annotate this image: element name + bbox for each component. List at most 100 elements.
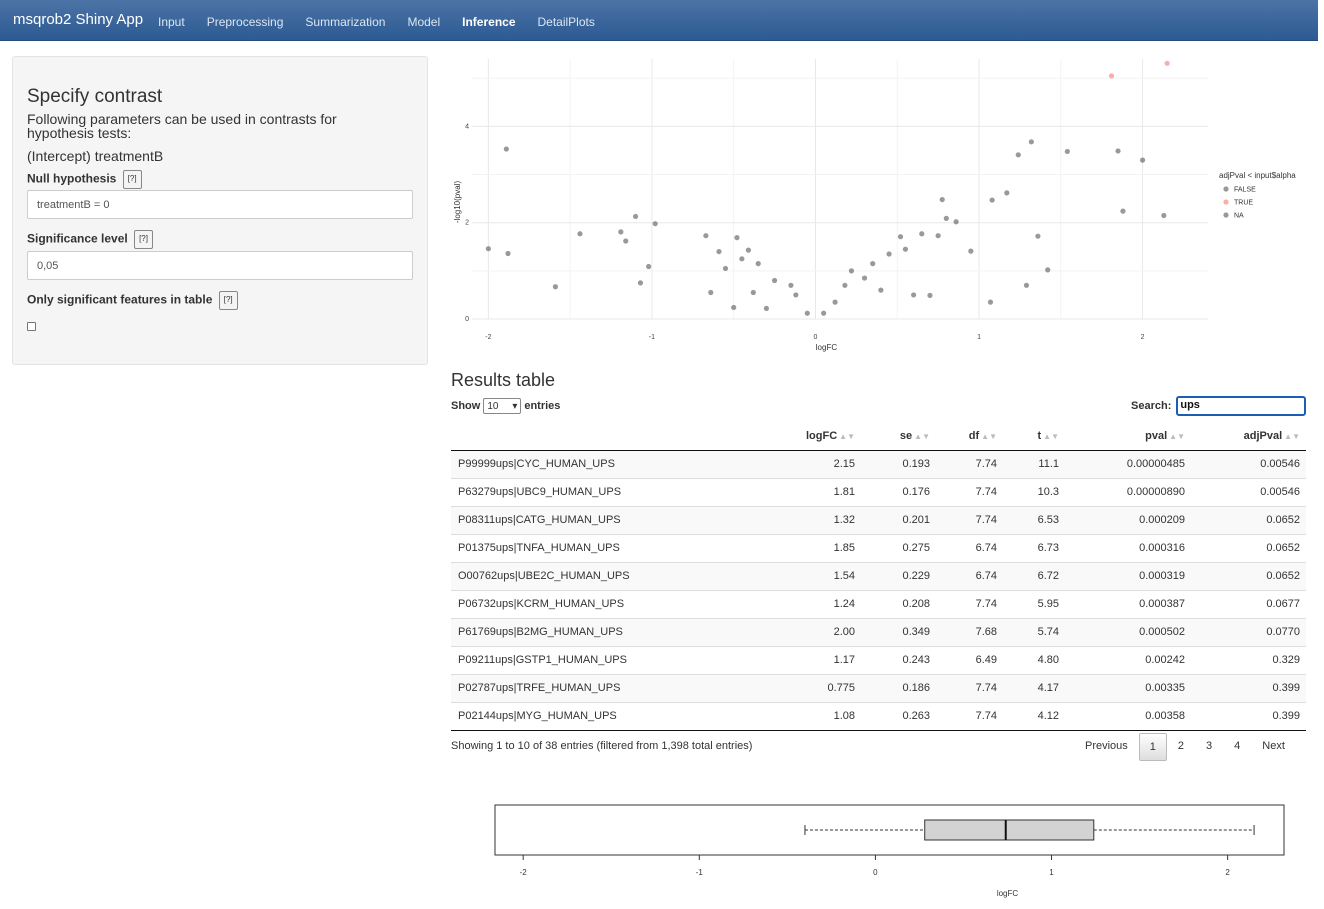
cell-pval: 0.00358 (1065, 701, 1191, 731)
cell-adjpval: 0.0677 (1191, 589, 1306, 618)
page-4-button[interactable]: 4 (1223, 733, 1251, 761)
data-point (1108, 73, 1115, 79)
data-point (919, 231, 925, 237)
table-row[interactable]: P08311ups|CATG_HUMAN_UPS 1.32 0.201 7.74 6.5… (451, 505, 1306, 534)
cell-t: 4.80 (1003, 645, 1065, 674)
data-point (848, 268, 855, 274)
table-row[interactable]: P06732ups|KCRM_HUMAN_UPS 1.24 0.208 7.74 5.9… (451, 589, 1306, 618)
tab-preprocessing[interactable]: Preprocessing (196, 0, 295, 41)
page-length-select[interactable]: 10 ▾ (483, 398, 522, 414)
table-row[interactable]: P02144ups|MYG_HUMAN_UPS 1.08 0.263 7.74 4.12… (451, 701, 1306, 731)
column-header-se[interactable]: se ▲▼ (861, 422, 936, 451)
column-header-adjpval[interactable]: adjPval ▲▼ (1191, 422, 1306, 451)
search-input[interactable]: ups (1176, 396, 1307, 416)
x-tick-label: -1 (696, 868, 704, 877)
app-brand[interactable]: msqrob2 Shiny App (13, 11, 143, 28)
table-row[interactable]: P09211ups|GSTP1_HUMAN_UPS 1.17 0.243 6.49 4.… (451, 645, 1306, 674)
logfc-boxplot: -2 -1 0 1 2 logFC (494, 804, 1285, 898)
null-hypothesis-label: Null hypothesis [?] (27, 170, 142, 189)
table-row[interactable]: P01375ups|TNFA_HUMAN_UPS 1.85 0.275 6.74 6.7… (451, 533, 1306, 562)
cell-t: 4.12 (1003, 701, 1065, 731)
column-header-t[interactable]: t ▲▼ (1003, 422, 1065, 451)
table-row[interactable]: P61769ups|B2MG_HUMAN_UPS 2.00 0.349 7.68 5.7… (451, 617, 1306, 646)
cell-logfc: 2.00 (781, 617, 861, 646)
data-point (1115, 148, 1121, 154)
table-info: Showing 1 to 10 of 38 entries (filtered … (451, 740, 753, 752)
volcano-plot[interactable]: -2 -1 0 1 2 0 2 4 logFC -log10(pval) adjPval < inp… (448, 55, 1308, 355)
cell-t: 5.74 (1003, 617, 1065, 646)
page-1-button[interactable]: 1 (1138, 733, 1167, 761)
contrast-panel: Specify contrast Following parameters ca… (12, 56, 428, 365)
column-header-logfc[interactable]: logFC ▲▼ (781, 422, 861, 451)
x-tick-label: -2 (520, 868, 528, 877)
cell-logfc: 1.24 (781, 589, 861, 618)
tab-inference[interactable]: Inference (451, 0, 526, 41)
significance-help-button[interactable]: [?] (134, 230, 153, 249)
x-tick-label: 1 (1049, 868, 1054, 877)
table-row[interactable]: P63279ups|UBC9_HUMAN_UPS 1.81 0.176 7.74 10.… (451, 477, 1306, 506)
data-point (750, 289, 756, 296)
tab-model[interactable]: Model (396, 0, 451, 41)
table-row[interactable]: P99999ups|CYC_HUMAN_UPS 2.15 0.193 7.74 11.1… (451, 449, 1306, 478)
cell-protein: P63279ups|UBC9_HUMAN_UPS (451, 477, 781, 506)
only-significant-label: Only significant features in table [?] (27, 291, 238, 310)
data-point (832, 299, 838, 305)
show-label: Show (451, 400, 481, 412)
data-point (503, 146, 509, 152)
data-point (842, 282, 848, 288)
x-tick-label: 0 (873, 868, 878, 877)
null-hypothesis-help-button[interactable]: [?] (122, 170, 142, 189)
data-point (878, 287, 884, 293)
table-row[interactable]: P02787ups|TRFE_HUMAN_UPS 0.775 0.186 7.74 4.… (451, 673, 1306, 702)
data-point (939, 196, 945, 203)
x-tick-label: -2 (485, 334, 491, 341)
data-point (739, 256, 745, 262)
data-point (485, 246, 491, 252)
data-point (943, 215, 949, 221)
data-point (989, 197, 995, 203)
cell-pval: 0.000387 (1065, 589, 1191, 618)
cell-protein: P06732ups|KCRM_HUMAN_UPS (451, 589, 781, 618)
page-3-button[interactable]: 3 (1195, 733, 1223, 761)
data-point (897, 234, 904, 240)
only-significant-help-button[interactable]: [?] (218, 291, 238, 310)
data-point (703, 233, 709, 239)
data-point (804, 310, 810, 316)
cell-t: 5.95 (1003, 589, 1065, 618)
cell-se: 0.243 (861, 645, 936, 674)
column-header-df[interactable]: df ▲▼ (936, 422, 1003, 451)
tab-summarization[interactable]: Summarization (294, 0, 396, 41)
cell-logfc: 1.17 (781, 645, 861, 674)
iqr-box (924, 819, 1095, 841)
sort-icon: ▲▼ (1043, 431, 1059, 441)
significance-level-input[interactable]: 0,05 (27, 251, 413, 280)
column-header-pval[interactable]: pval ▲▼ (1065, 422, 1191, 451)
cell-se: 0.263 (861, 701, 936, 731)
panel-title: Specify contrast (27, 86, 163, 107)
page-2-button[interactable]: 2 (1167, 733, 1195, 761)
sort-icon: ▲▼ (1169, 431, 1185, 441)
data-point (788, 282, 794, 288)
cell-df: 7.74 (936, 701, 1003, 731)
cell-logfc: 1.08 (781, 701, 861, 731)
data-point (646, 263, 652, 270)
next-button[interactable]: Next (1251, 733, 1296, 761)
data-point (745, 247, 752, 253)
legend-title: adjPval < input$alpha (1219, 171, 1296, 180)
null-hypothesis-input[interactable]: treatmentB = 0 (27, 190, 413, 219)
column-header-name[interactable] (451, 422, 781, 451)
data-point (1035, 233, 1041, 239)
x-tick-label: -1 (649, 334, 655, 341)
cell-se: 0.349 (861, 617, 936, 646)
previous-button[interactable]: Previous (1074, 733, 1139, 761)
results-table: logFC ▲▼ se ▲▼ df ▲▼ t ▲▼ pval ▲▼ adjPval ▲▼ P… (451, 422, 1306, 731)
cell-adjpval: 0.00546 (1191, 449, 1306, 478)
tab-input[interactable]: Input (147, 0, 196, 41)
table-row[interactable]: O00762ups|UBE2C_HUMAN_UPS 1.54 0.229 6.74 6.… (451, 561, 1306, 590)
tab-detailplots[interactable]: DetailPlots (527, 0, 606, 41)
legend-label: TRUE (1234, 200, 1253, 207)
only-significant-checkbox[interactable] (27, 322, 36, 331)
search-label: Search: (1131, 400, 1172, 412)
data-point (652, 221, 658, 227)
cell-protein: P02144ups|MYG_HUMAN_UPS (451, 701, 781, 731)
